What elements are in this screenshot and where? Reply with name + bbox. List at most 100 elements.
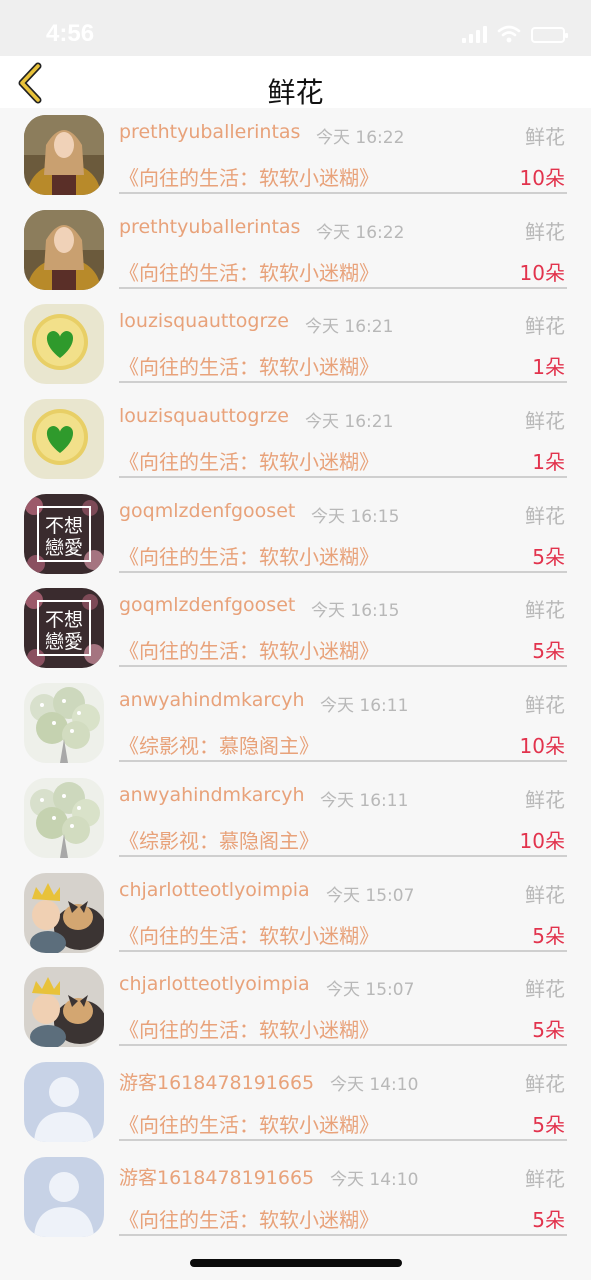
- book-title[interactable]: 《向往的生活：软软小迷糊》: [119, 446, 379, 475]
- book-title[interactable]: 《向往的生活：软软小迷糊》: [119, 351, 379, 380]
- list-item[interactable]: 游客1618478191665 今天 14:10 鲜花 《向往的生活：软软小迷糊》 5朵: [0, 1055, 591, 1150]
- username[interactable]: louzisquauttogrze: [119, 310, 289, 332]
- gift-count: 5朵: [532, 1112, 565, 1137]
- divider: [119, 476, 567, 479]
- divider: [119, 1233, 567, 1236]
- page-title: 鲜花: [267, 76, 324, 109]
- gift-count: 5朵: [532, 923, 565, 948]
- username[interactable]: goqmlzdenfgooset: [119, 594, 295, 616]
- list-item[interactable]: anwyahindmkarcyh 今天 16:11 鲜花《综影视：慕隐阁主》 10朵: [0, 676, 591, 771]
- timestamp: 今天 16:22: [316, 222, 405, 243]
- list-item[interactable]: louzisquauttogrze 今天 16:21 鲜花 《向往的生活：软软小迷糊》…: [0, 392, 591, 487]
- timestamp: 今天 16:15: [311, 506, 400, 527]
- list-item[interactable]: 不想 戀愛 goqmlzdenfgooset 今天 16:15 鲜花《向往的生活：软软小…: [0, 487, 591, 582]
- username[interactable]: anwyahindmkarcyh: [119, 689, 304, 711]
- gift-type: 鲜花: [525, 977, 565, 1002]
- gift-type: 鲜花: [525, 787, 565, 812]
- book-title[interactable]: 《向往的生活：软软小迷糊》: [119, 920, 379, 949]
- status-icons: [462, 25, 568, 43]
- divider: [119, 286, 567, 289]
- book-title[interactable]: 《向往的生活：软软小迷糊》: [119, 162, 379, 191]
- list-item[interactable]: chjarlotteotlyoimpia 今天 15:07 鲜花《向往的生活：软软小…: [0, 960, 591, 1055]
- avatar[interactable]: [24, 209, 104, 290]
- divider: [119, 1044, 567, 1047]
- gift-type: 鲜花: [525, 125, 565, 149]
- avatar[interactable]: [24, 115, 104, 195]
- status-time: 4:56: [46, 20, 95, 47]
- gift-count: 1朵: [532, 450, 565, 475]
- list-item[interactable]: chjarlotteotlyoimpia 今天 15:07 鲜花 《向往的生活：软软小…: [0, 866, 591, 961]
- home-indicator: [190, 1259, 402, 1267]
- avatar[interactable]: 不想 戀愛: [24, 588, 104, 669]
- list-item[interactable]: 游客1618478191665 今天 14:10 鲜花 《向往的生活：软软小迷糊》 5朵: [0, 1150, 591, 1245]
- gift-type: 鲜花: [525, 219, 565, 244]
- gift-count: 10朵: [519, 166, 565, 190]
- book-title[interactable]: 《向往的生活：软软小迷糊》: [119, 1204, 379, 1233]
- gift-type: 鲜花: [525, 409, 565, 434]
- divider: [119, 854, 567, 857]
- username[interactable]: chjarlotteotlyoimpia: [119, 973, 310, 995]
- gift-count: 10朵: [519, 828, 565, 853]
- book-title[interactable]: 《向往的生活：软软小迷糊》: [119, 1109, 379, 1138]
- list-item[interactable]: prethtyuballerintas 今天 16:22 鲜花《向往的生活：软软小迷…: [0, 203, 591, 298]
- list-item[interactable]: anwyahindmkarcyh 今天 16:11 鲜花《综影视：慕隐阁主》 10朵: [0, 771, 591, 866]
- divider: [119, 1138, 567, 1141]
- username[interactable]: chjarlotteotlyoimpia: [119, 879, 310, 901]
- avatar[interactable]: [24, 683, 104, 764]
- timestamp: 今天 16:11: [320, 790, 409, 811]
- battery-icon: [531, 27, 568, 43]
- status-bar: 4:56: [0, 0, 591, 56]
- gift-count: 5朵: [532, 1207, 565, 1232]
- gift-count: 1朵: [532, 355, 565, 380]
- timestamp: 今天 14:10: [330, 1074, 419, 1095]
- gift-type: 鲜花: [525, 503, 565, 528]
- timestamp: 今天 16:11: [320, 696, 409, 717]
- gift-count: 5朵: [532, 1018, 565, 1043]
- timestamp: 今天 15:07: [326, 980, 415, 1001]
- username[interactable]: 游客1618478191665: [119, 1068, 314, 1095]
- gift-count: 5朵: [532, 639, 565, 664]
- gift-count: 10朵: [519, 260, 565, 285]
- gift-type: 鲜花: [525, 598, 565, 623]
- username[interactable]: louzisquauttogrze: [119, 405, 289, 427]
- avatar[interactable]: 不想 戀愛: [24, 493, 104, 574]
- list-item[interactable]: louzisquauttogrze 今天 16:21 鲜花 《向往的生活：软软小迷糊》…: [0, 297, 591, 392]
- timestamp: 今天 16:15: [311, 601, 400, 622]
- username[interactable]: anwyahindmkarcyh: [119, 784, 304, 806]
- wifi-icon: [497, 25, 521, 43]
- avatar[interactable]: [24, 1156, 104, 1237]
- avatar[interactable]: [24, 1061, 104, 1142]
- gift-record-list: prethtyuballerintas 今天 16:22 鲜花 《向往的生活：软软小迷…: [0, 108, 591, 1244]
- divider: [119, 760, 567, 763]
- username[interactable]: goqmlzdenfgooset: [119, 500, 295, 522]
- avatar[interactable]: [24, 967, 104, 1048]
- gift-type: 鲜花: [525, 693, 565, 718]
- svg-text:戀愛: 戀愛: [45, 631, 83, 653]
- avatar[interactable]: [24, 399, 104, 480]
- avatar[interactable]: [24, 872, 104, 953]
- gift-count: 5朵: [532, 544, 565, 569]
- timestamp: 今天 16:21: [305, 317, 394, 338]
- svg-text:不想: 不想: [45, 609, 83, 631]
- username[interactable]: prethtyuballerintas: [119, 121, 300, 143]
- list-item[interactable]: prethtyuballerintas 今天 16:22 鲜花 《向往的生活：软软小迷…: [0, 108, 591, 203]
- gift-type: 鲜花: [525, 1166, 565, 1191]
- username[interactable]: prethtyuballerintas: [119, 216, 300, 238]
- gift-count: 10朵: [519, 734, 565, 759]
- nav-bar: 鲜花: [0, 56, 591, 109]
- divider: [119, 192, 567, 194]
- book-title[interactable]: 《向往的生活：软软小迷糊》: [119, 541, 379, 570]
- username[interactable]: 游客1618478191665: [119, 1163, 314, 1190]
- signal-icon: [462, 25, 487, 43]
- book-title[interactable]: 《向往的生活：软软小迷糊》: [119, 635, 379, 664]
- book-title[interactable]: 《综影视：慕隐阁主》: [119, 730, 319, 759]
- divider: [119, 381, 567, 384]
- book-title[interactable]: 《向往的生活：软软小迷糊》: [119, 1014, 379, 1043]
- avatar[interactable]: [24, 304, 104, 385]
- svg-text:戀愛: 戀愛: [45, 537, 83, 559]
- gift-type: 鲜花: [525, 882, 565, 907]
- book-title[interactable]: 《向往的生活：软软小迷糊》: [119, 257, 379, 286]
- book-title[interactable]: 《综影视：慕隐阁主》: [119, 825, 319, 854]
- avatar[interactable]: [24, 777, 104, 858]
- list-item[interactable]: 不想 戀愛 goqmlzdenfgooset 今天 16:15 鲜花《向往的生活：软软小…: [0, 581, 591, 676]
